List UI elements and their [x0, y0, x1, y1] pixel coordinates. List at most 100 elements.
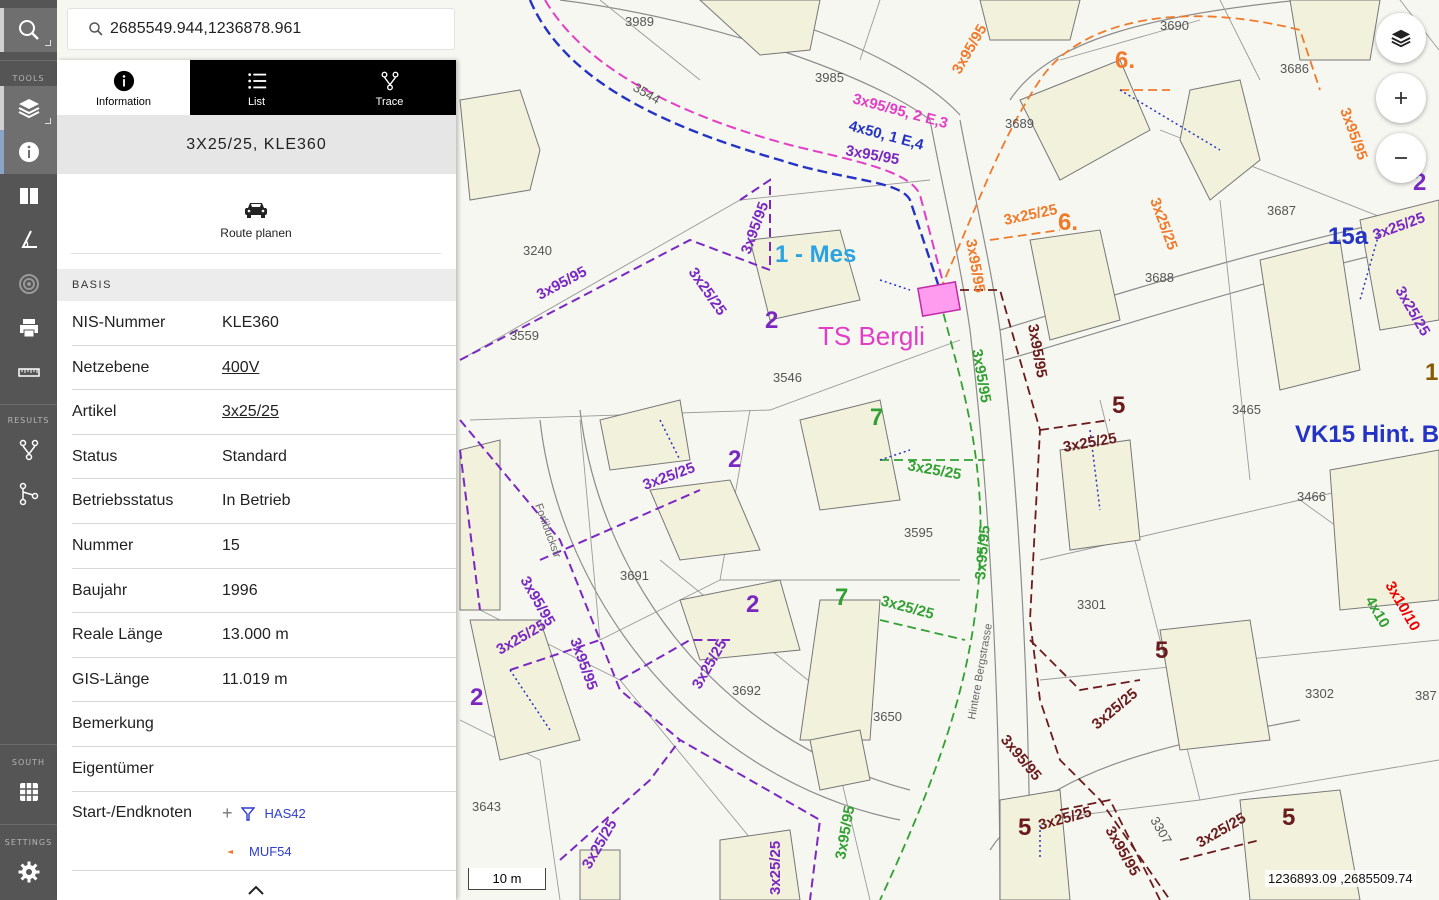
section-settings-label: SETTINGS	[4, 838, 53, 847]
cable-label: 3x25/25	[906, 457, 962, 483]
attr-value: Standard	[222, 447, 287, 465]
cable-number-label: 5	[1112, 392, 1125, 419]
attr-key: Netzebene	[72, 358, 150, 376]
cable-number-label: 2	[746, 591, 759, 618]
route-plan-label: Route planen	[220, 225, 292, 240]
attr-row-nummer: Nummer 15	[72, 524, 456, 569]
parcel-label: 3595	[904, 525, 933, 540]
trace-result-button[interactable]	[0, 428, 57, 472]
search-icon	[89, 22, 103, 36]
cable-label: 3x95/95	[949, 22, 991, 77]
attr-key: Reale Länge	[72, 626, 163, 644]
panel-tabs: Information List Trace	[57, 60, 456, 115]
grid-icon	[19, 783, 38, 801]
tab-list[interactable]: List	[190, 60, 323, 115]
parcel-label: 3691	[620, 568, 649, 583]
layers-tool-button[interactable]	[0, 86, 57, 130]
cable-label: 3x95/95	[968, 348, 994, 404]
cable-label: 3x95/95	[534, 263, 590, 303]
bookmark-tool-button[interactable]	[0, 174, 57, 218]
cable-label: 3x95/95	[566, 636, 601, 693]
coordinate-readout: 1236893.09 ,2685509.74	[1265, 870, 1416, 887]
attr-value-link[interactable]: 400V	[222, 359, 259, 377]
layers-icon	[1391, 29, 1411, 48]
cable-number-label: 2	[728, 446, 741, 473]
parcel-label: 3546	[773, 370, 802, 385]
cable-label: 3x95/95	[1336, 106, 1371, 163]
tab-trace[interactable]: Trace	[323, 60, 456, 115]
measure-angle-tool-button[interactable]	[0, 218, 57, 262]
network-icon	[19, 482, 38, 506]
settings-button[interactable]	[0, 850, 57, 894]
parcel-label: 3687	[1267, 203, 1296, 218]
info-tool-button[interactable]	[0, 130, 57, 174]
plus-icon[interactable]: +	[222, 803, 233, 824]
attr-key: Baujahr	[72, 581, 128, 599]
layers-icon	[18, 99, 39, 119]
search-tool-button[interactable]	[0, 8, 57, 52]
parcel-label: 3989	[625, 14, 654, 29]
cable-number-label: 1	[1425, 359, 1438, 386]
parcel-label: 3650	[873, 709, 902, 724]
list-icon	[247, 73, 266, 89]
parcel-label: 3688	[1145, 270, 1174, 285]
chevron-up-icon[interactable]	[247, 884, 265, 896]
attr-row-betriebsstatus: Betriebsstatus In Betrieb	[72, 479, 456, 524]
start-end-nodes: Start-/Endknoten + HAS42 MUF54	[72, 791, 456, 871]
parcel-label: 3302	[1305, 686, 1334, 701]
plus-icon	[1395, 92, 1407, 104]
cable-label: 3x95/95	[844, 142, 900, 168]
cable-label: 3x95/95	[832, 804, 858, 860]
node-link-end[interactable]: MUF54	[222, 844, 292, 859]
network-result-button[interactable]	[0, 472, 57, 516]
zoom-out-button[interactable]	[1376, 133, 1426, 183]
region-label: VK15 Hint. Be	[1295, 421, 1439, 448]
station-sub-label: 1 - Mes	[775, 241, 856, 268]
attr-key: GIS-Länge	[72, 670, 150, 688]
cable-number-label: 2	[765, 307, 778, 334]
info-panel: Information List Trace 3X25/25, KLE360 R…	[57, 60, 456, 900]
print-tool-button[interactable]	[0, 306, 57, 350]
attr-row-status: Status Standard	[72, 435, 456, 480]
node-link-start[interactable]: + HAS42	[222, 803, 306, 824]
attr-value: 1996	[222, 581, 258, 599]
parcel-label: 3307	[1147, 814, 1174, 847]
zoom-in-button[interactable]	[1376, 73, 1426, 123]
cable-number-label: 5	[1155, 637, 1168, 664]
cable-label: 3x25/25	[767, 841, 784, 895]
tab-information-label: Information	[95, 96, 152, 108]
route-plan-button[interactable]: Route planen	[71, 186, 441, 254]
node-name[interactable]: MUF54	[249, 844, 292, 859]
tab-list-label: List	[247, 96, 266, 108]
parcel-label: 3559	[510, 328, 539, 343]
node-name[interactable]: HAS42	[265, 806, 306, 821]
search-input[interactable]	[110, 20, 450, 38]
target-tool-button[interactable]	[0, 262, 57, 306]
attr-value: 11.019 m	[222, 670, 288, 688]
parcel-label: 387	[1415, 688, 1437, 703]
grid-button[interactable]	[0, 770, 57, 814]
section-south-label: SOUTH	[11, 758, 46, 767]
tab-information[interactable]: Information	[57, 60, 190, 115]
attr-value-link[interactable]: 3x25/25	[222, 403, 279, 421]
attr-value: 13.000 m	[222, 626, 289, 644]
trace-icon	[19, 439, 38, 461]
scale-bar: 10 m	[468, 868, 546, 890]
attr-key: Eigentümer	[72, 759, 154, 777]
info-icon	[113, 70, 134, 92]
book-icon	[19, 188, 38, 204]
attr-key: Nummer	[72, 536, 134, 554]
attr-key: NIS-Nummer	[72, 314, 166, 331]
cable-number-label: 7	[870, 404, 883, 431]
cable-label: 3x25/25	[1089, 685, 1141, 733]
car-icon	[245, 202, 267, 218]
attr-key: Start-/Endknoten	[72, 804, 193, 821]
cable-number-label: 5	[1282, 804, 1295, 831]
parcel-label: 3643	[472, 799, 501, 814]
target-icon	[18, 274, 39, 294]
ruler-tool-button[interactable]	[0, 350, 57, 394]
angle-icon	[20, 230, 37, 248]
cable-label: 3x25/25	[1002, 201, 1059, 229]
layers-button[interactable]	[1376, 13, 1426, 63]
cable-label: 3x95/95	[997, 732, 1045, 784]
